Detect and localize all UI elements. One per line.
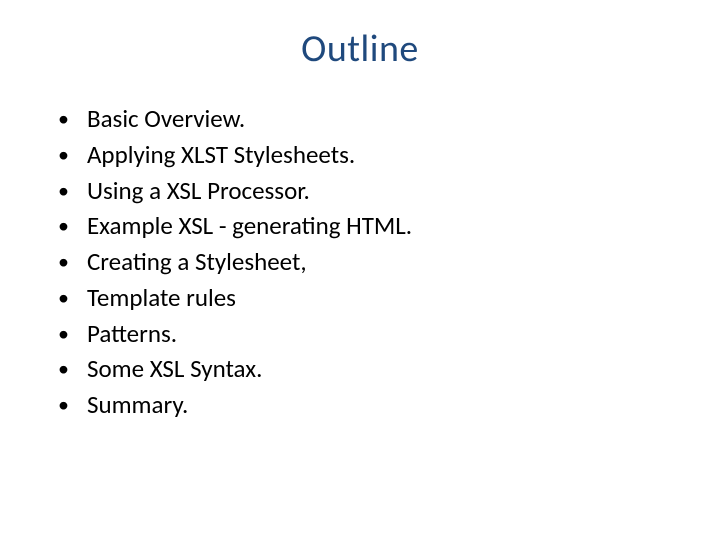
bullet-icon: • (58, 140, 69, 171)
list-item-text: Summary. (87, 388, 188, 422)
bullet-icon: • (58, 247, 69, 278)
bullet-icon: • (58, 176, 69, 207)
list-item: • Using a XSL Processor. (58, 174, 670, 208)
list-item-text: Patterns. (87, 317, 177, 351)
list-item-text: Using a XSL Processor. (87, 174, 310, 208)
list-item: • Creating a Stylesheet, (58, 245, 670, 279)
bullet-icon: • (58, 283, 69, 314)
list-item-text: Applying XLST Stylesheets. (87, 138, 355, 172)
bullet-icon: • (58, 354, 69, 385)
list-item-text: Creating a Stylesheet, (87, 245, 307, 279)
list-item: • Basic Overview. (58, 102, 670, 136)
slide-content: • Basic Overview. • Applying XLST Styles… (50, 102, 670, 422)
slide-title: Outline (50, 26, 670, 72)
list-item: • Some XSL Syntax. (58, 352, 670, 386)
list-item: • Applying XLST Stylesheets. (58, 138, 670, 172)
bullet-icon: • (58, 104, 69, 135)
list-item-text: Some XSL Syntax. (87, 352, 262, 386)
list-item: • Example XSL - generating HTML. (58, 209, 670, 243)
bullet-list: • Basic Overview. • Applying XLST Styles… (58, 102, 670, 422)
list-item: • Template rules (58, 281, 670, 315)
list-item-text: Basic Overview. (87, 102, 245, 136)
list-item: • Summary. (58, 388, 670, 422)
bullet-icon: • (58, 211, 69, 242)
list-item-text: Template rules (87, 281, 236, 315)
slide-container: Outline • Basic Overview. • Applying XLS… (0, 0, 720, 540)
bullet-icon: • (58, 390, 69, 421)
bullet-icon: • (58, 319, 69, 350)
list-item: • Patterns. (58, 317, 670, 351)
list-item-text: Example XSL - generating HTML. (87, 209, 412, 243)
